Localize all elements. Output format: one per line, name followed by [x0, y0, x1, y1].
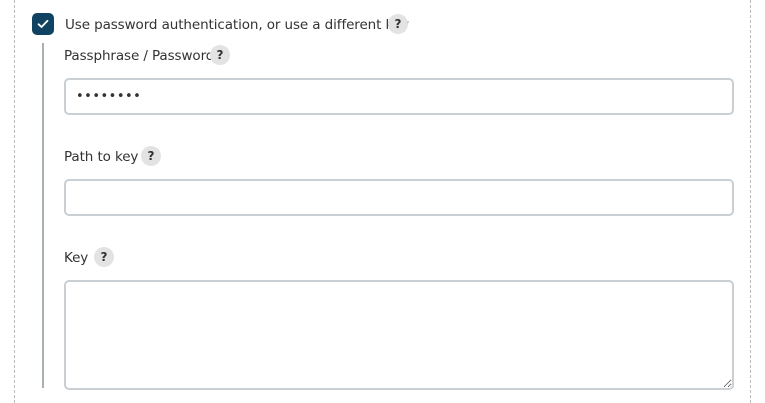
section-border-left	[14, 0, 15, 403]
key-label: Key	[64, 250, 89, 266]
checkmark-icon	[37, 19, 49, 28]
path-to-key-label: Path to key	[64, 149, 139, 165]
passphrase-input[interactable]	[64, 78, 734, 115]
password-auth-label: Use password authentication, or use a di…	[65, 17, 409, 33]
help-icon-passphrase[interactable]: ?	[210, 45, 230, 65]
key-textarea[interactable]	[64, 280, 734, 390]
help-icon-key[interactable]: ?	[94, 247, 114, 267]
nested-section-indicator	[42, 43, 44, 388]
password-auth-checkbox[interactable]	[32, 13, 54, 35]
help-icon-path-to-key[interactable]: ?	[141, 146, 161, 166]
path-to-key-input[interactable]	[64, 179, 734, 216]
section-border-right	[750, 0, 751, 403]
passphrase-label: Passphrase / Password	[64, 48, 215, 64]
help-icon-password-auth[interactable]: ?	[388, 14, 408, 34]
